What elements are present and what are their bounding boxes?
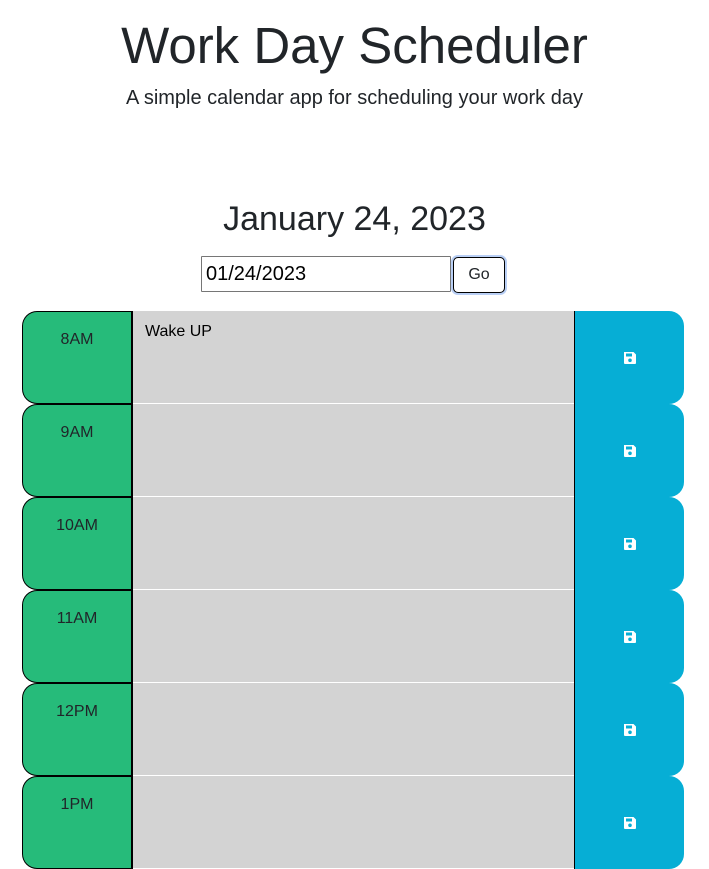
- floppy-disk-icon: [623, 630, 636, 643]
- event-description-input[interactable]: [133, 683, 574, 776]
- schedule-container: 8AM Wake UP 9AM 10AM 11AM 12PM 1PM: [22, 311, 684, 869]
- floppy-disk-icon: [623, 351, 636, 364]
- time-block-11am: 11AM: [22, 590, 684, 683]
- save-button[interactable]: [574, 776, 684, 869]
- time-block-12pm: 12PM: [22, 683, 684, 776]
- event-description-input[interactable]: [133, 590, 574, 683]
- hour-label: 10AM: [22, 497, 133, 590]
- hour-label: 11AM: [22, 590, 133, 683]
- save-button[interactable]: [574, 683, 684, 776]
- event-description-input[interactable]: Wake UP: [133, 311, 574, 404]
- hour-label: 9AM: [22, 404, 133, 497]
- go-button[interactable]: Go: [453, 257, 505, 293]
- save-button[interactable]: [574, 590, 684, 683]
- save-button[interactable]: [574, 497, 684, 590]
- event-description-input[interactable]: [133, 776, 574, 869]
- date-form: Go: [201, 256, 505, 294]
- hour-label: 12PM: [22, 683, 133, 776]
- hour-label: 8AM: [22, 311, 133, 404]
- save-button[interactable]: [574, 404, 684, 497]
- app-title: Work Day Scheduler: [121, 17, 588, 74]
- date-input[interactable]: [201, 256, 451, 292]
- hour-label: 1PM: [22, 776, 133, 869]
- time-block-10am: 10AM: [22, 497, 684, 590]
- app-subtitle: A simple calendar app for scheduling you…: [126, 87, 583, 109]
- time-block-8am: 8AM Wake UP: [22, 311, 684, 404]
- event-description-input[interactable]: [133, 497, 574, 590]
- floppy-disk-icon: [623, 723, 636, 736]
- floppy-disk-icon: [623, 816, 636, 829]
- current-date-heading: January 24, 2023: [223, 200, 486, 238]
- floppy-disk-icon: [623, 444, 636, 457]
- time-block-9am: 9AM: [22, 404, 684, 497]
- time-block-1pm: 1PM: [22, 776, 684, 869]
- save-button[interactable]: [574, 311, 684, 404]
- event-description-input[interactable]: [133, 404, 574, 497]
- floppy-disk-icon: [623, 537, 636, 550]
